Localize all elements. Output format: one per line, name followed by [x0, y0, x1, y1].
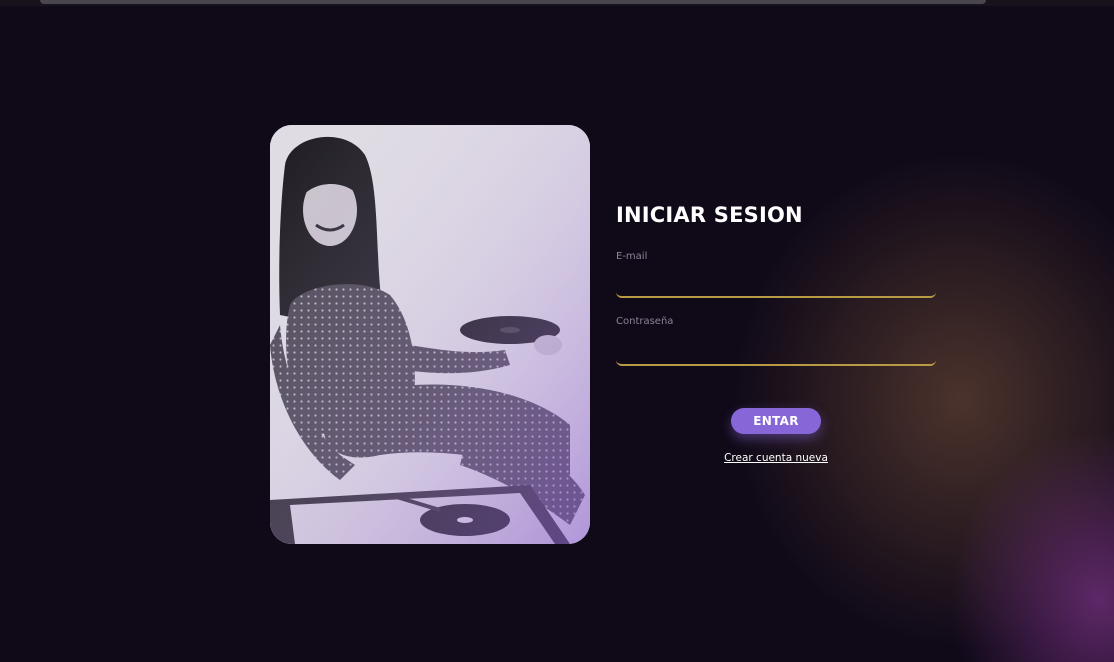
email-input[interactable] [616, 276, 936, 298]
password-input[interactable] [616, 344, 936, 366]
email-label: E-mail [616, 251, 648, 262]
password-label: Contraseña [616, 316, 674, 327]
browser-tab-strip [40, 0, 986, 4]
create-account-link[interactable]: Crear cuenta nueva [616, 452, 936, 464]
submit-button[interactable]: ENTAR [731, 408, 821, 434]
window-top-bar [0, 0, 1114, 6]
woman-with-record-player-illustration [270, 125, 590, 544]
page-title: INICIAR SESION [616, 203, 803, 227]
hero-photo [270, 125, 590, 544]
login-page: INICIAR SESION E-mail Contraseña ENTAR C… [0, 0, 1114, 662]
